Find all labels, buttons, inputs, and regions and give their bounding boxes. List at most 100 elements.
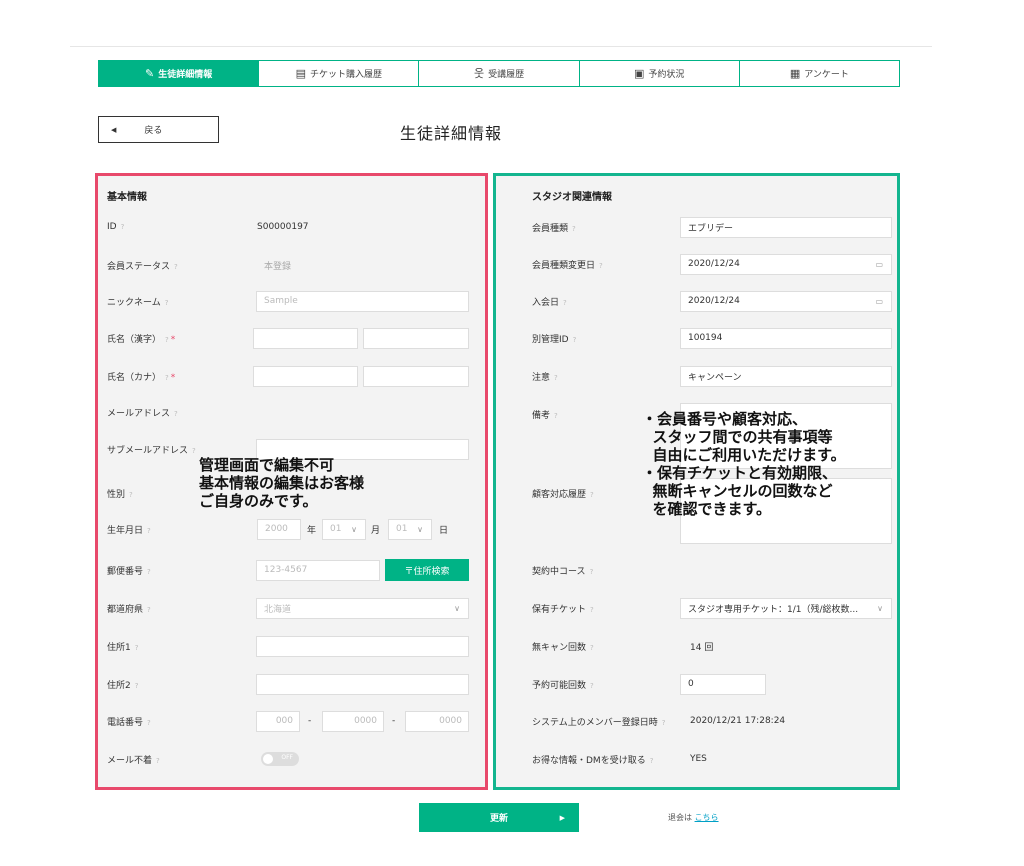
nickname-field[interactable]: Sample — [256, 290, 469, 312]
person-icon: 웃 — [473, 67, 485, 80]
withdraw-link[interactable]: こちら — [695, 813, 719, 822]
row-nickname: ニックネーム? Sample — [98, 290, 485, 312]
ticket-select[interactable]: スタジオ専用チケット：1/1（残/総枚数... ∨ — [680, 597, 892, 619]
address-search-button[interactable]: 〒住所検索 — [385, 559, 469, 581]
row-alt-id: 別管理ID? 100194 — [496, 327, 897, 349]
help-icon[interactable]: ? — [573, 336, 577, 344]
row-caution: 注意? キャンペーン — [496, 365, 897, 387]
join-date-field[interactable]: 2020/12/24 ▭ — [680, 290, 892, 312]
row-mail-off: メール不着? OFF — [98, 748, 485, 770]
top-divider — [70, 46, 932, 47]
withdraw-text: 退会は こちら — [668, 813, 719, 822]
help-icon[interactable]: ? — [165, 299, 169, 307]
help-icon[interactable]: ? — [156, 757, 160, 765]
birth-year-field[interactable]: 2000 — [257, 518, 301, 540]
last-name-kanji-field[interactable] — [253, 327, 358, 349]
basic-info-title: 基本情報 — [107, 192, 147, 203]
caution-field[interactable]: キャンペーン — [680, 365, 892, 387]
chevron-down-icon: ∨ — [454, 603, 460, 613]
row-registered: システム上のメンバー登録日時? 2020/12/21 17:28:24 — [532, 716, 786, 728]
chevron-down-icon: ∨ — [877, 603, 883, 613]
right-annotation: ・会員番号や顧客対応、 スタッフ間での共有事項等 自由にご利用いただけます。 ・… — [642, 410, 846, 518]
row-address2: 住所2? — [98, 673, 485, 695]
help-icon[interactable]: ? — [129, 491, 133, 499]
type-change-date-field[interactable]: 2020/12/24 ▭ — [680, 253, 892, 275]
reservation-icon: ▣ — [634, 67, 645, 80]
tab-ticket-history[interactable]: ▤ チケット購入履歴 — [259, 61, 420, 86]
help-icon[interactable]: ? — [174, 263, 178, 271]
help-icon[interactable]: ? — [174, 410, 178, 418]
help-icon[interactable]: ? — [135, 682, 139, 690]
help-icon[interactable]: ? — [563, 299, 567, 307]
first-name-kanji-field[interactable] — [363, 327, 469, 349]
phone-part3-field[interactable]: 0000 — [405, 710, 469, 732]
tab-bar: ✎ 生徒詳細情報 ▤ チケット購入履歴 웃 受講履歴 ▣ 予約状況 ▦ アンケー… — [98, 60, 900, 87]
phone-part2-field[interactable]: 0000 — [322, 710, 384, 732]
help-icon[interactable]: ? — [147, 527, 151, 535]
mail-off-toggle[interactable]: OFF — [261, 752, 299, 766]
help-icon[interactable]: ? — [165, 374, 169, 382]
help-icon[interactable]: ? — [135, 644, 139, 652]
tab-attendance-history[interactable]: 웃 受講履歴 — [419, 61, 580, 86]
row-status: 会員ステータス? 本登録 — [98, 254, 485, 276]
help-icon[interactable]: ? — [121, 223, 125, 231]
row-reservable: 予約可能回数? 0 — [496, 673, 897, 695]
row-prefecture: 都道府県? 北海道 ∨ — [98, 597, 485, 619]
help-icon[interactable]: ? — [590, 682, 594, 690]
help-icon[interactable]: ? — [147, 719, 151, 727]
update-button[interactable]: 更新 ▶ — [419, 803, 579, 832]
help-icon[interactable]: ? — [165, 336, 169, 344]
status-value: 本登録 — [264, 261, 292, 272]
first-name-kana-field[interactable] — [363, 365, 469, 387]
member-type-field[interactable]: エブリデー — [680, 216, 892, 238]
left-annotation: 管理画面で編集不可 基本情報の編集はお客様 ご自身のみです。 — [199, 456, 365, 510]
help-icon[interactable]: ? — [147, 568, 151, 576]
dm-value: YES — [690, 754, 707, 764]
help-icon[interactable]: ? — [554, 412, 558, 420]
row-type-change-date: 会員種類変更日? 2020/12/24 ▭ — [496, 253, 897, 275]
phone-part1-field[interactable]: 000 — [256, 710, 300, 732]
address1-field[interactable] — [256, 635, 469, 657]
address2-field[interactable] — [256, 673, 469, 695]
help-icon[interactable]: ? — [572, 225, 576, 233]
birth-month-select[interactable]: 01 ∨ — [322, 518, 366, 540]
alt-id-field[interactable]: 100194 — [680, 327, 892, 349]
help-icon[interactable]: ? — [554, 374, 558, 382]
calendar-icon: ▦ — [789, 67, 801, 80]
prefecture-select[interactable]: 北海道 ∨ — [256, 597, 469, 619]
row-dm: お得な情報・DMを受け取る? YES — [532, 754, 707, 766]
back-button[interactable]: ◀ 戻る — [98, 116, 219, 143]
reservable-count-field[interactable]: 0 — [680, 673, 766, 695]
calendar-icon[interactable]: ▭ — [875, 297, 883, 306]
calendar-icon[interactable]: ▭ — [875, 260, 883, 269]
studio-info-title: スタジオ関連情報 — [532, 192, 612, 203]
edit-icon: ✎ — [144, 67, 155, 80]
help-icon[interactable]: ? — [192, 447, 196, 455]
row-birthdate: 生年月日? 2000 年 01 ∨ 月 01 ∨ 日 — [98, 518, 485, 540]
nocancel-value: 14 回 — [690, 642, 714, 653]
help-icon[interactable]: ? — [590, 644, 594, 652]
id-value: S00000197 — [257, 222, 309, 232]
row-phone: 電話番号? 000 - 0000 - 0000 — [98, 710, 485, 732]
last-name-kana-field[interactable] — [253, 365, 358, 387]
tab-reservations[interactable]: ▣ 予約状況 — [579, 61, 740, 86]
chevron-down-icon: ∨ — [417, 524, 423, 534]
help-icon[interactable]: ? — [590, 606, 594, 614]
help-icon[interactable]: ? — [662, 719, 666, 727]
tab-survey[interactable]: ▦ アンケート — [739, 61, 900, 86]
help-icon[interactable]: ? — [599, 262, 603, 270]
row-name-kana: 氏名（カナ）? * — [98, 365, 485, 387]
row-nocancel: 無キャン回数? 14 回 — [496, 635, 897, 657]
tab-student-details[interactable]: ✎ 生徒詳細情報 — [99, 61, 260, 86]
help-icon[interactable]: ? — [590, 568, 594, 576]
help-icon[interactable]: ? — [590, 491, 594, 499]
birth-day-select[interactable]: 01 ∨ — [388, 518, 432, 540]
page-title: 生徒詳細情報 — [400, 124, 503, 143]
row-email: メールアドレス? — [107, 408, 178, 419]
row-join-date: 入会日? 2020/12/24 ▭ — [496, 290, 897, 312]
row-name-kanji: 氏名（漢字）? * — [98, 327, 485, 349]
row-address1: 住所1? — [98, 635, 485, 657]
zip-field[interactable]: 123-4567 — [256, 559, 380, 581]
help-icon[interactable]: ? — [650, 757, 654, 765]
help-icon[interactable]: ? — [147, 606, 151, 614]
